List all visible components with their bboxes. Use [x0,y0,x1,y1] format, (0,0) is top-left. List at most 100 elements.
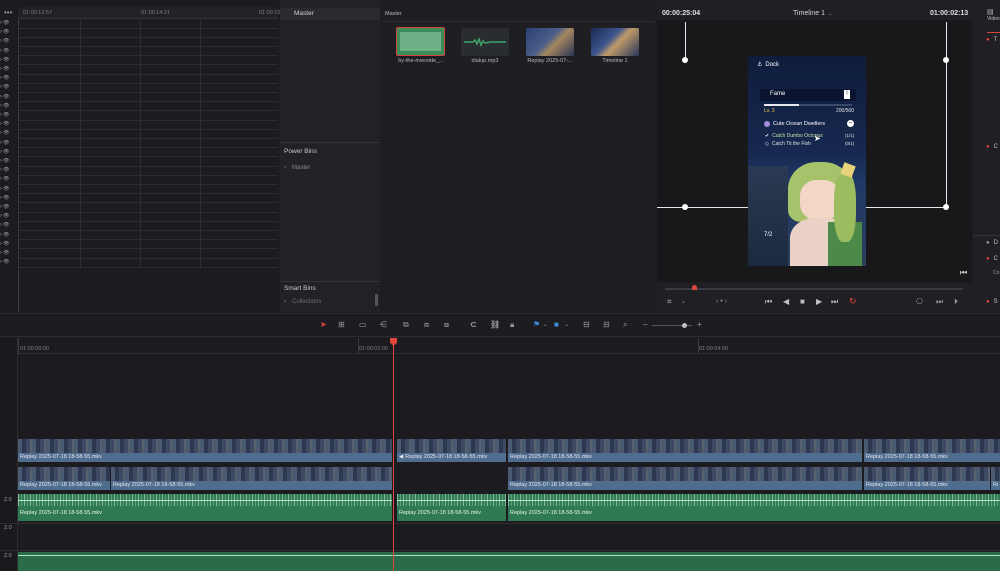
section-divider [973,235,1000,236]
prev-frame-nav-icon[interactable]: ‹ • › [716,298,727,305]
audio-clip[interactable]: Replay 2025-07-18 18-58-55.mkv [397,494,506,521]
timeline-playhead[interactable] [393,338,394,571]
jump-to-end-icon[interactable]: ⏮ [960,268,967,278]
zoom-in-icon[interactable]: + [697,318,702,332]
check-icon: ✔ [765,133,770,139]
video-clip[interactable]: Replay 2025-07-18 18-58-55.mkv [508,467,862,491]
zoom-custom-icon[interactable]: ⌕ [623,318,627,332]
video-clip[interactable]: Replay 2025-07-18 18-58-55.mkv [864,439,1000,463]
track-divider [0,523,1000,524]
transform-handle[interactable] [682,57,688,63]
transform-handle[interactable] [682,204,688,210]
video-frame: ⚓ Dock Fame ! Lv. 3 200/500 Cute Ocean D… [748,56,866,266]
insert-clip-icon[interactable]: ⧉ [403,318,409,332]
transform-line [946,22,947,60]
audio-clip[interactable]: Replay 2025-07-18 18-58-55.mkv [508,494,1000,521]
video-clip[interactable]: Replay 2025-07-18 18-58-55.mkv [991,467,1000,491]
zoom-slider-knob[interactable] [682,323,687,328]
grid-row-line [18,202,278,204]
quest-item-count: (1/1) [845,133,855,138]
grid-row-line [18,183,278,185]
inspector-video-tab[interactable]: ▤ Video [987,8,1000,33]
grid-row-line [18,248,278,250]
selection-tool-icon[interactable]: ➤ [320,318,327,332]
audio-clip[interactable] [18,552,1000,571]
video-clip[interactable]: Replay 2025-07-18 18-58-55.mkv [18,467,110,491]
video-clip[interactable]: Replay 2025-07-18 18-58-55.mkv [18,439,392,463]
inspector-row[interactable]: ● C [986,256,998,262]
video-clip[interactable]: Replay 2025-07-18 18-58-55.mkv [864,467,990,491]
clip-thumbnails [508,439,862,453]
media-item-timeline[interactable] [591,28,639,56]
inspector-row[interactable]: ● D [986,240,998,246]
go-to-start-icon[interactable]: ⏮ [765,297,772,307]
next-edit-icon[interactable]: ⏭ [936,297,943,307]
linked-selection-icon[interactable]: ⛓ [490,318,500,332]
bin-master-label: Master [294,10,314,17]
transform-handle[interactable] [943,57,949,63]
viewer-canvas[interactable]: ⚓ Dock Fame ! Lv. 3 200/500 Cute Ocean D… [657,20,972,282]
position-lock-icon[interactable]: 🔒︎ [510,318,514,332]
flag-icon[interactable]: ⚑ [533,318,540,332]
clip-label: Replay 2025-07-18 18-58-55.mkv [399,510,481,516]
stop-icon[interactable]: ■ [800,297,805,306]
chevron-down-icon[interactable]: ⌄ [543,318,548,332]
grid-row-line [18,220,278,222]
grid-row-line [18,55,278,57]
zoom-out-icon[interactable]: – [643,318,647,332]
overwrite-clip-icon[interactable]: ⧈ [424,318,429,332]
inspector-row-label: C [993,256,998,262]
grid-row-line [18,36,278,38]
snapping-icon[interactable]: ⊂ [470,318,477,332]
bin-scrollbar[interactable] [375,294,378,306]
inspector-row[interactable]: ● S [986,299,998,305]
panel-menu-button[interactable]: ••• [4,8,12,17]
marker-icon[interactable]: ■ [554,318,559,332]
dynamic-trim-icon[interactable]: ▭ [359,318,367,332]
scrubber-playhead[interactable] [692,285,697,290]
timeline-selector[interactable]: Timeline 1 ⌄ [793,10,832,17]
clip-thumbnails [864,467,990,481]
transform-handle[interactable] [943,204,949,210]
level-label: Lv. 3 [764,108,775,114]
video-tab-icon: ▤ [987,9,994,16]
grid-row-line [18,211,278,213]
video-clip[interactable]: ◀ Replay 2025-07-18 18-58-55.mkv [397,439,506,463]
go-to-end-icon[interactable]: ⏭ [831,297,838,307]
trim-tool-icon[interactable]: ⊞ [338,318,345,332]
hair-side [834,172,856,242]
grid-divider [18,19,19,312]
media-item-audio[interactable] [461,28,509,56]
chevron-down-icon[interactable]: ⌄ [681,298,686,305]
blade-tool-icon[interactable]: ⋲ [379,318,387,332]
video-clip[interactable]: Replay 2025-07-18 18-58-55.mkv [508,439,862,463]
inspector-row[interactable]: ● C [986,144,998,150]
grid-row-line [18,101,278,103]
transform-mode-icon[interactable]: ⌗ [667,297,672,307]
match-frame-icon[interactable]: ⎔ [916,297,923,306]
clip-label: Replay 2025-07-18 18-58-55.mkv [866,482,948,488]
clip-thumbnails [864,439,1000,453]
bin-master[interactable]: Master [280,8,380,20]
video-clip[interactable]: Replay 2025-07-18 18-58-55.mkv [111,467,392,491]
audio-clip[interactable]: Replay 2025-07-18 18-58-55.mkv [18,494,392,521]
smart-bin-collections[interactable]: › Collections [284,297,321,306]
inspector-row[interactable]: ● T [986,37,997,43]
quest-row: Cute Ocean Dwellers [764,121,825,127]
chevron-down-icon[interactable]: ⌄ [564,318,569,332]
loop-icon[interactable]: ↻ [849,296,857,307]
play-icon[interactable]: ▶ [816,297,822,306]
timeline-ruler[interactable]: 01:00:00:00 01:00:02:00 01:00:04:00 [18,338,1000,354]
media-item-audio-selected[interactable] [396,27,445,56]
media-item-video[interactable] [526,28,574,56]
grid-row-line [18,193,278,195]
play-reverse-icon[interactable]: ◀ [783,297,789,306]
viewer-scrubber[interactable] [665,285,963,290]
replace-clip-icon[interactable]: ⧇ [444,318,449,332]
zoom-slider[interactable] [652,323,692,328]
zoom-full-icon[interactable]: ⊟ [583,318,590,332]
status-dot-icon: ● [986,299,990,305]
zoom-detail-icon[interactable]: ⊟ [603,318,610,332]
fullscreen-icon[interactable]: ⏵ [954,297,958,307]
power-bin-master[interactable]: › Master [284,163,310,172]
